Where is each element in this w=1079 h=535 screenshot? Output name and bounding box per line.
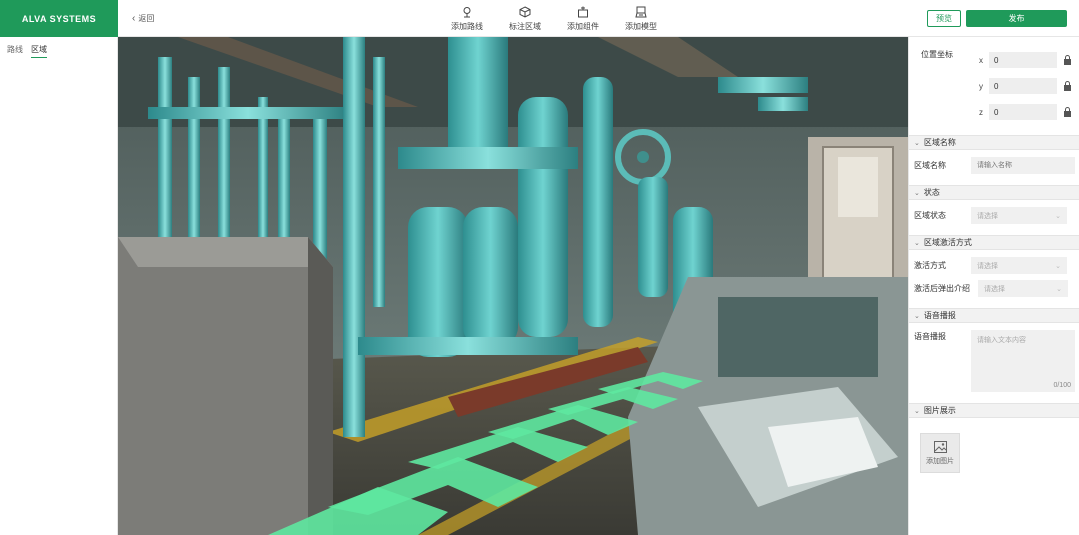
section-activation[interactable]: ⌄ 区域激活方式: [909, 235, 1079, 250]
activation-popup-row: 激活后弹出介绍 请选择 ⌄: [914, 280, 1068, 297]
add-route-button[interactable]: 添加路线: [438, 6, 496, 32]
toolbar: 添加路线 标注区域 添加组件 添加模型: [438, 6, 670, 32]
activation-mode-select[interactable]: 请选择 ⌄: [971, 257, 1067, 274]
voice-row: 语音播报: [914, 331, 971, 342]
lock-icon[interactable]: [1063, 55, 1072, 65]
publish-button[interactable]: 发布: [966, 10, 1067, 27]
area-name-row: 区域名称: [914, 157, 1075, 174]
back-button[interactable]: ‹ 返回: [132, 13, 154, 24]
scene-viewport[interactable]: [118, 37, 908, 535]
tab-area[interactable]: 区域: [31, 44, 47, 58]
coord-x-label: x: [979, 55, 983, 65]
add-model-button[interactable]: 添加模型: [612, 6, 670, 32]
add-route-label: 添加路线: [451, 22, 483, 31]
left-panel: 路线 区域: [0, 37, 118, 535]
coord-z-input[interactable]: [989, 104, 1057, 120]
section-status-title: 状态: [923, 188, 940, 197]
voice-placeholder: 请输入文本内容: [977, 337, 1026, 344]
back-label: 返回: [138, 14, 155, 23]
coord-x-input[interactable]: [989, 52, 1057, 68]
area-status-label: 区域状态: [914, 211, 946, 220]
voice-label: 语音播报: [914, 332, 946, 341]
section-images[interactable]: ⌄ 图片展示: [909, 403, 1079, 418]
add-component-icon: [578, 6, 588, 18]
coord-x-row: x: [975, 52, 1072, 68]
chevron-down-icon: ⌄: [914, 312, 920, 320]
area-name-input[interactable]: [971, 157, 1075, 174]
chevron-down-icon: ⌄: [1055, 212, 1061, 220]
activation-popup-placeholder: 请选择: [984, 285, 1005, 293]
image-icon: [933, 440, 947, 453]
section-images-title: 图片展示: [923, 406, 956, 415]
activation-mode-placeholder: 请选择: [977, 262, 998, 270]
lock-icon[interactable]: [1063, 107, 1072, 117]
top-bar: ALVA SYSTEMS ‹ 返回 添加路线 标注区域 添加组件 添加模型 预览…: [0, 0, 1079, 37]
mark-area-button[interactable]: 标注区域: [496, 6, 554, 32]
chevron-down-icon: ⌄: [1055, 262, 1061, 270]
chevron-down-icon: ⌄: [914, 239, 920, 247]
route-pin-icon: [463, 7, 471, 18]
properties-panel: 位置坐标 x y z ⌄ 区域名称 区域名称 ⌄ 状态 区域状态 请选择 ⌄ ⌄: [908, 37, 1079, 535]
chevron-down-icon: ⌄: [914, 189, 920, 197]
add-image-label: 添加图片: [926, 457, 954, 465]
add-model-label: 添加模型: [625, 22, 657, 31]
scene-render: [118, 37, 908, 535]
section-area-name-title: 区域名称: [923, 138, 956, 147]
coord-y-label: y: [979, 81, 983, 91]
left-tabs: 路线 区域: [0, 37, 117, 58]
section-voice-title: 语音播报: [923, 311, 956, 320]
section-voice[interactable]: ⌄ 语音播报: [909, 308, 1079, 323]
preview-button[interactable]: 预览: [927, 10, 961, 27]
section-activation-title: 区域激活方式: [923, 238, 972, 247]
logo: ALVA SYSTEMS: [0, 0, 118, 37]
add-component-button[interactable]: 添加组件: [554, 6, 612, 32]
lock-icon[interactable]: [1063, 81, 1072, 91]
mark-area-label: 标注区域: [509, 22, 541, 31]
area-status-row: 区域状态 请选择 ⌄: [914, 207, 1067, 224]
section-area-name[interactable]: ⌄ 区域名称: [909, 135, 1079, 150]
coord-z-row: z: [975, 104, 1072, 120]
voice-textarea[interactable]: 请输入文本内容 0/100: [971, 330, 1075, 392]
add-model-icon: [635, 6, 647, 18]
area-status-placeholder: 请选择: [977, 212, 998, 220]
coord-z-label: z: [979, 107, 983, 117]
section-status[interactable]: ⌄ 状态: [909, 185, 1079, 200]
coord-y-row: y: [975, 78, 1072, 94]
activation-mode-label: 激活方式: [914, 261, 946, 270]
chevron-left-icon: ‹: [132, 12, 136, 24]
coord-y-input[interactable]: [989, 78, 1057, 94]
activation-popup-select[interactable]: 请选择 ⌄: [978, 280, 1068, 297]
tab-route[interactable]: 路线: [7, 44, 23, 58]
add-component-label: 添加组件: [567, 22, 599, 31]
add-image-button[interactable]: 添加图片: [920, 433, 960, 473]
chevron-down-icon: ⌄: [1056, 285, 1062, 293]
voice-char-count: 0/100: [1053, 382, 1071, 389]
activation-mode-row: 激活方式 请选择 ⌄: [914, 257, 1067, 274]
area-status-select[interactable]: 请选择 ⌄: [971, 207, 1067, 224]
chevron-down-icon: ⌄: [914, 407, 920, 415]
area-cube-icon: [519, 6, 531, 18]
chevron-down-icon: ⌄: [914, 139, 920, 147]
position-title: 位置坐标: [921, 50, 953, 59]
area-name-label: 区域名称: [914, 161, 946, 170]
activation-popup-label: 激活后弹出介绍: [914, 284, 970, 293]
